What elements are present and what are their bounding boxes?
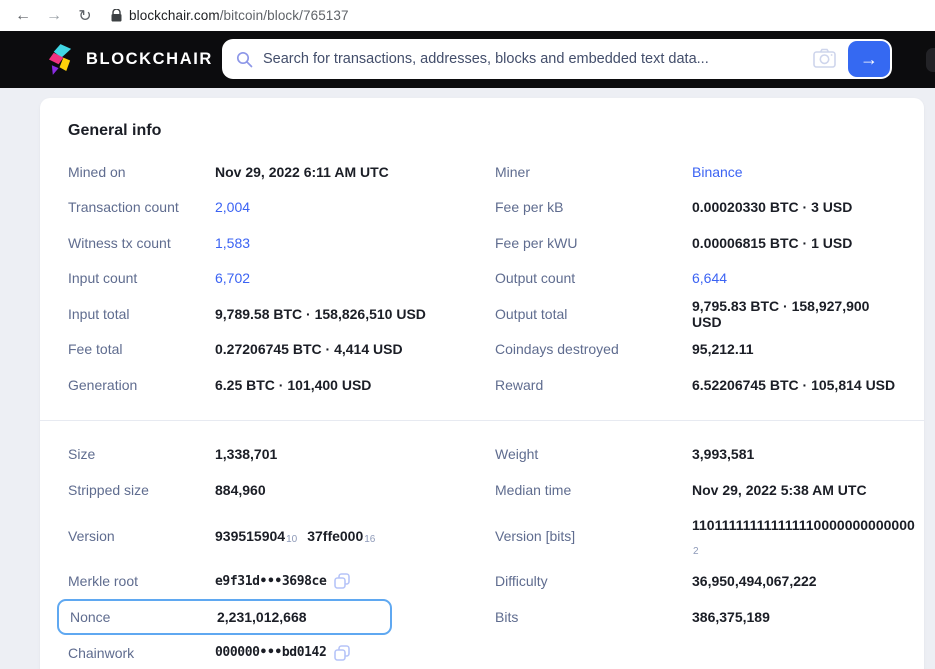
info-label: Witness tx count [68, 225, 215, 261]
version-hex: 37ffe000 [307, 528, 363, 544]
merkle-root-hash: e9f31d•••3698ce [215, 574, 326, 589]
fee-total-value: 0.27206745 BTC · 4,414 USD [215, 332, 495, 368]
browser-chrome: ← → ↻ blockchair.com/bitcoin/block/76513… [0, 0, 935, 31]
version-decimal: 939515904 [215, 528, 285, 544]
info-label: Bits [495, 599, 692, 635]
input-count-link[interactable]: 6,702 [215, 261, 495, 297]
stripped-size-value: 884,960 [215, 472, 495, 508]
copy-icon[interactable] [333, 572, 351, 590]
info-label: Reward [495, 367, 692, 403]
base-subscript: 10 [286, 534, 297, 545]
search-submit-button[interactable]: → [848, 41, 890, 77]
section-divider [40, 420, 924, 421]
base-subscript: 16 [364, 534, 375, 545]
output-total-value: 9,795.83 BTC · 158,927,900 USD [692, 296, 896, 332]
url-text: blockchair.com/bitcoin/block/765137 [129, 8, 349, 23]
back-icon[interactable]: ← [12, 7, 34, 25]
nonce-highlight-box: Nonce 2,231,012,668 [57, 599, 392, 635]
reward-value: 6.52206745 BTC · 105,814 USD [692, 367, 896, 403]
info-label: Median time [495, 472, 692, 508]
base-subscript: 2 [693, 546, 699, 557]
info-label: Size [68, 437, 215, 473]
fee-per-kwu-value: 0.00006815 BTC · 1 USD [692, 225, 896, 261]
mined-on-value: Nov 29, 2022 6:11 AM UTC [215, 154, 495, 190]
info-label: Difficulty [495, 564, 692, 600]
info-label: Generation [68, 367, 215, 403]
padlock-icon[interactable] [111, 9, 122, 22]
output-count-link[interactable]: 6,644 [692, 261, 896, 297]
info-label: Input total [68, 296, 215, 332]
input-total-value: 9,789.58 BTC · 158,826,510 USD [215, 296, 495, 332]
info-label: Version [bits] [495, 508, 692, 564]
version-value: 93951590410 37ffe00016 [215, 508, 495, 564]
info-label: Fee per kWU [495, 225, 692, 261]
info-label: Fee total [68, 332, 215, 368]
info-label: Version [68, 508, 215, 564]
info-label: Nonce [70, 609, 217, 625]
info-label: Output count [495, 261, 692, 297]
chainwork-hash: 000000•••bd0142 [215, 645, 326, 660]
search-icon [236, 51, 253, 68]
generation-value: 6.25 BTC · 101,400 USD [215, 367, 495, 403]
info-section-2: Size 1,338,701 Weight 3,993,581 Stripped… [40, 437, 924, 669]
reload-icon[interactable]: ↻ [74, 6, 96, 26]
median-time-value: Nov 29, 2022 5:38 AM UTC [692, 472, 915, 508]
url-host: blockchair.com [129, 8, 220, 23]
fee-per-kb-value: 0.00020330 BTC · 3 USD [692, 190, 896, 226]
version-bits-value: 110111111111111110000000000000 2 [692, 508, 915, 564]
merkle-root-value: e9f31d•••3698ce [215, 564, 495, 600]
info-section-1: Mined on Nov 29, 2022 6:11 AM UTC Miner … [40, 154, 924, 403]
difficulty-value: 36,950,494,067,222 [692, 564, 915, 600]
url-path: /bitcoin/block/765137 [220, 8, 349, 23]
witness-tx-count-link[interactable]: 1,583 [215, 225, 495, 261]
info-label: Chainwork [68, 635, 215, 669]
general-info-card: General info Mined on Nov 29, 2022 6:11 … [40, 98, 924, 669]
info-label: Mined on [68, 154, 215, 190]
info-label: Transaction count [68, 190, 215, 226]
miner-link[interactable]: Binance [692, 154, 896, 190]
info-label: Stripped size [68, 472, 215, 508]
info-label: Weight [495, 437, 692, 473]
info-label: Miner [495, 154, 692, 190]
nonce-value: 2,231,012,668 [217, 609, 307, 625]
empty-cell [495, 635, 692, 669]
camera-icon[interactable] [813, 48, 836, 73]
forward-icon[interactable]: → [43, 7, 65, 25]
copy-icon[interactable] [333, 644, 351, 662]
empty-cell [692, 635, 915, 669]
url-bar[interactable]: blockchair.com/bitcoin/block/765137 [111, 8, 349, 23]
arrow-right-icon: → [860, 49, 878, 70]
header-edge-partial-button[interactable] [926, 48, 935, 72]
info-label: Output total [495, 296, 692, 332]
search-input[interactable] [263, 51, 842, 67]
info-label: Merkle root [68, 564, 215, 600]
blockchair-logo-icon[interactable] [48, 43, 73, 76]
info-label: Fee per kB [495, 190, 692, 226]
info-label: Input count [68, 261, 215, 297]
weight-value: 3,993,581 [692, 437, 915, 473]
size-value: 1,338,701 [215, 437, 495, 473]
transaction-count-link[interactable]: 2,004 [215, 190, 495, 226]
page-title: General info [40, 98, 924, 154]
app-header: BLOCKCHAIR → [0, 31, 935, 88]
version-bits-binary: 110111111111111110000000000000 [692, 516, 915, 536]
info-label: Coindays destroyed [495, 332, 692, 368]
search-bar: → [222, 39, 892, 79]
bits-value: 386,375,189 [692, 599, 915, 635]
chainwork-value: 000000•••bd0142 [215, 635, 495, 669]
brand-wordmark[interactable]: BLOCKCHAIR [86, 50, 213, 69]
coindays-destroyed-value: 95,212.11 [692, 332, 896, 368]
